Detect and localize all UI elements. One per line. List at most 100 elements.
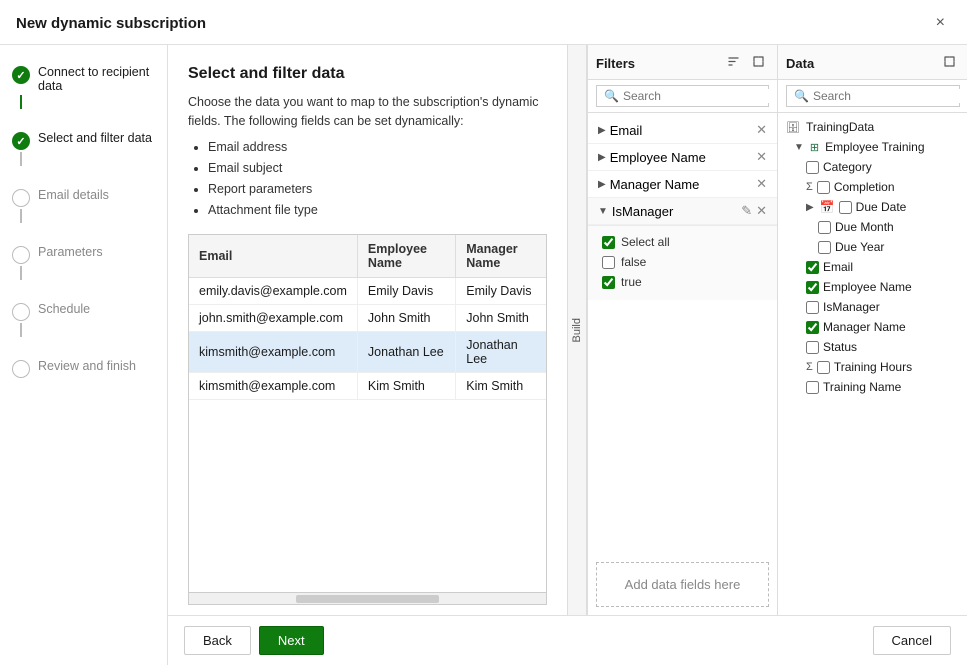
tree-node-trainhours[interactable]: Σ Training Hours xyxy=(778,357,967,377)
filter-remove-ismanager[interactable]: ✕ xyxy=(756,203,767,219)
filters-search-input[interactable] xyxy=(623,89,778,103)
checkbox-true-label[interactable]: true xyxy=(621,275,642,289)
filter-label-ismanager: IsManager xyxy=(612,204,673,219)
filter-item-mgr[interactable]: ▶ Manager Name ✕ xyxy=(588,171,777,198)
filters-title: Filters xyxy=(596,56,635,71)
table-row[interactable]: kimsmith@example.com Kim Smith Kim Smith xyxy=(189,372,546,399)
data-table: Email Employee Name Manager Name emily.d… xyxy=(188,234,547,594)
sigma-icon: Σ xyxy=(806,181,813,193)
build-toggle[interactable]: Build xyxy=(567,45,587,615)
checkbox-false-input[interactable] xyxy=(602,256,615,269)
table-icon: ⊞ xyxy=(810,141,819,154)
data-search-input[interactable] xyxy=(813,89,967,103)
tree-checkbox-status[interactable] xyxy=(806,341,819,354)
tree-label-trainname: Training Name xyxy=(823,380,901,394)
checkbox-true-input[interactable] xyxy=(602,276,615,289)
filter-item-ismanager-header[interactable]: ▼ IsManager ✎ ✕ xyxy=(588,198,777,225)
data-panel-header: Data xyxy=(778,45,967,80)
right-panels: Filters xyxy=(587,45,967,615)
tree-checkbox-category[interactable] xyxy=(806,161,819,174)
table-scrollbar[interactable] xyxy=(188,593,547,605)
next-button[interactable]: Next xyxy=(259,626,324,655)
tree-node-duemonth[interactable]: Due Month xyxy=(778,217,967,237)
tree-label-status: Status xyxy=(823,340,857,354)
tree-node-duedate[interactable]: ▶ 📅 Due Date xyxy=(778,197,967,217)
filter-edit-ismanager[interactable]: ✎ xyxy=(741,203,752,219)
wizard-step-review: Review and finish xyxy=(12,359,155,378)
tree-node-completion[interactable]: Σ Completion xyxy=(778,177,967,197)
wizard-step-connect: ✓ Connect to recipient data xyxy=(12,65,155,93)
tree-checkbox-empname[interactable] xyxy=(806,281,819,294)
cell-mgr-3: Jonathan Lee xyxy=(456,331,546,372)
tree-node-email[interactable]: Email xyxy=(778,257,967,277)
table-row[interactable]: john.smith@example.com John Smith John S… xyxy=(189,304,546,331)
bullet-params: Report parameters xyxy=(208,179,547,200)
tree-node-empname[interactable]: Employee Name xyxy=(778,277,967,297)
table-row[interactable]: emily.davis@example.com Emily Davis Emil… xyxy=(189,277,546,304)
back-button[interactable]: Back xyxy=(184,626,251,655)
filter-item-empname[interactable]: ▶ Employee Name ✕ xyxy=(588,144,777,171)
tree-checkbox-ismanager[interactable] xyxy=(806,301,819,314)
build-label: Build xyxy=(571,318,583,342)
checkbox-true[interactable]: true xyxy=(598,272,767,292)
tree-node-trainingdata[interactable]: 🗄 TrainingData xyxy=(778,117,967,137)
tree-checkbox-email[interactable] xyxy=(806,261,819,274)
tree-checkbox-trainhours[interactable] xyxy=(817,361,830,374)
cell-email-4: kimsmith@example.com xyxy=(189,372,357,399)
filters-sort-button[interactable] xyxy=(723,53,744,73)
dialog-header: New dynamic subscription × xyxy=(0,0,967,45)
checkbox-false[interactable]: false xyxy=(598,252,767,272)
wizard-step-parameters: Parameters xyxy=(12,245,103,264)
col-mgr: Manager Name xyxy=(456,235,546,278)
step-indicator-select: ✓ xyxy=(12,132,30,150)
tree-node-mgr[interactable]: Manager Name xyxy=(778,317,967,337)
tree-node-category[interactable]: Category xyxy=(778,157,967,177)
checkbox-select-all-input[interactable] xyxy=(602,236,615,249)
filter-item-email[interactable]: ▶ Email ✕ xyxy=(588,117,777,144)
tree-node-ismanager[interactable]: IsManager xyxy=(778,297,967,317)
tree-checkbox-trainname[interactable] xyxy=(806,381,819,394)
filter-remove-email[interactable]: ✕ xyxy=(756,122,767,138)
tree-node-trainname[interactable]: Training Name xyxy=(778,377,967,397)
data-tree: 🗄 TrainingData ▼ ⊞ Employee Training xyxy=(778,113,967,615)
checkbox-select-all-label[interactable]: Select all xyxy=(621,235,670,249)
cell-email-1: emily.davis@example.com xyxy=(189,277,357,304)
filters-expand-button[interactable] xyxy=(748,53,769,73)
filter-label-mgr: Manager Name xyxy=(610,177,700,192)
chevron-down-icon: ▼ xyxy=(598,206,608,217)
tree-checkbox-duedate[interactable] xyxy=(839,201,852,214)
tree-label-duedate: Due Date xyxy=(856,200,907,214)
checkbox-false-label[interactable]: false xyxy=(621,255,646,269)
tree-checkbox-completion[interactable] xyxy=(817,181,830,194)
chevron-down-icon: ▼ xyxy=(794,142,804,153)
checkbox-select-all[interactable]: Select all xyxy=(598,232,767,252)
step-indicator-parameters xyxy=(12,246,30,264)
tree-node-emptraining[interactable]: ▼ ⊞ Employee Training xyxy=(778,137,967,157)
tree-checkbox-dueyear[interactable] xyxy=(818,241,831,254)
add-data-fields-area[interactable]: Add data fields here xyxy=(596,562,769,607)
tree-checkbox-mgr[interactable] xyxy=(806,321,819,334)
table-row-selected[interactable]: kimsmith@example.com Jonathan Lee Jonath… xyxy=(189,331,546,372)
data-expand-button[interactable] xyxy=(939,53,960,73)
tree-label-emptraining: Employee Training xyxy=(825,140,924,154)
tree-label-category: Category xyxy=(823,160,872,174)
cell-mgr-4: Kim Smith xyxy=(456,372,546,399)
chevron-right-icon: ▶ xyxy=(598,179,606,190)
chevron-right-icon: ▶ xyxy=(598,152,606,163)
tree-label-dueyear: Due Year xyxy=(835,240,884,254)
cell-email-3: kimsmith@example.com xyxy=(189,331,357,372)
close-button[interactable]: × xyxy=(930,12,951,34)
tree-node-dueyear[interactable]: Due Year xyxy=(778,237,967,257)
filter-expand-ismanager: Select all false true xyxy=(588,225,777,300)
filter-remove-mgr[interactable]: ✕ xyxy=(756,176,767,192)
step-indicator-review xyxy=(12,360,30,378)
dialog-body: ✓ Connect to recipient data ✓ Select and… xyxy=(0,45,967,665)
tree-node-status[interactable]: Status xyxy=(778,337,967,357)
tree-checkbox-duemonth[interactable] xyxy=(818,221,831,234)
dialog-footer: Back Next Cancel xyxy=(168,615,967,665)
data-search-box: 🔍 xyxy=(778,80,967,113)
cancel-button[interactable]: Cancel xyxy=(873,626,951,655)
filter-remove-empname[interactable]: ✕ xyxy=(756,149,767,165)
cell-mgr-1: Emily Davis xyxy=(456,277,546,304)
tree-label-completion: Completion xyxy=(834,180,895,194)
